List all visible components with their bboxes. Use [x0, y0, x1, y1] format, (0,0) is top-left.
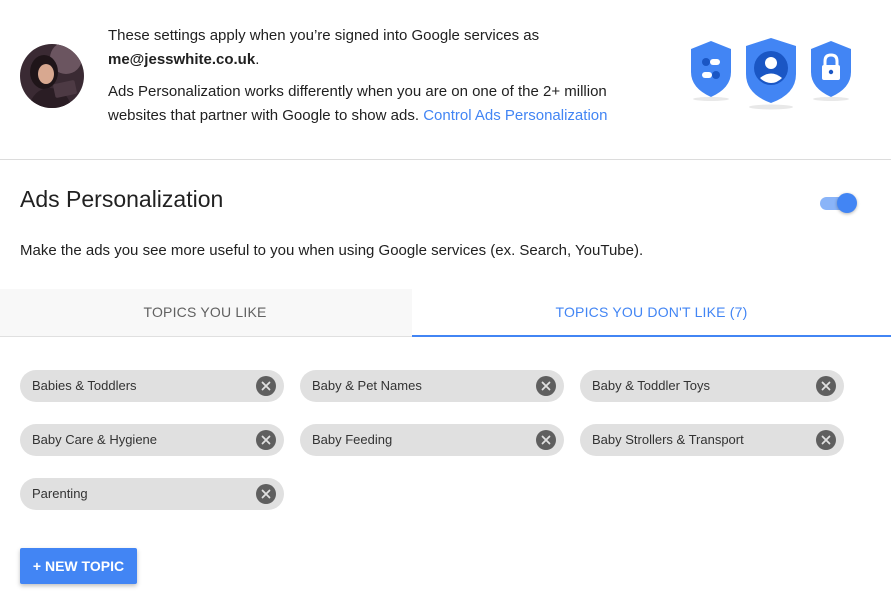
topic-chip: Babies & Toddlers [20, 370, 284, 402]
new-topic-button[interactable]: + NEW TOPIC [20, 548, 137, 584]
account-info: These settings apply when you’re signed … [108, 24, 648, 136]
topic-label: Parenting [32, 486, 88, 501]
topic-label: Babies & Toddlers [32, 378, 137, 393]
email-suffix: . [255, 51, 260, 68]
topic-chip: Baby Strollers & Transport [580, 424, 844, 456]
topic-tabs: TOPICS YOU LIKE TOPICS YOU DON'T LIKE (7… [0, 289, 891, 337]
remove-topic-icon[interactable] [536, 430, 556, 450]
section-title: Ads Personalization [20, 186, 224, 212]
remove-topic-icon[interactable] [256, 376, 276, 396]
ads-personalization-toggle[interactable] [820, 192, 860, 214]
topic-label: Baby Feeding [312, 432, 393, 447]
lock-shield-icon [811, 41, 851, 101]
topic-chip: Baby Feeding [300, 424, 564, 456]
account-shield-icon [746, 38, 796, 110]
remove-topic-icon[interactable] [536, 376, 556, 396]
avatar [20, 44, 84, 108]
remove-topic-icon[interactable] [816, 376, 836, 396]
topic-chip: Baby & Pet Names [300, 370, 564, 402]
section-description: Make the ads you see more useful to you … [20, 242, 644, 259]
remove-topic-icon[interactable] [256, 484, 276, 504]
control-ads-link[interactable]: Control Ads Personalization [423, 107, 607, 124]
settings-header: These settings apply when you’re signed … [0, 0, 891, 160]
topic-label: Baby Care & Hygiene [32, 432, 158, 447]
topic-label: Baby & Pet Names [312, 378, 422, 393]
shield-illustration [686, 36, 856, 116]
topic-chip: Parenting [20, 478, 284, 510]
topic-label: Baby & Toddler Toys [592, 378, 711, 393]
tab-topics-you-dont-like[interactable]: TOPICS YOU DON'T LIKE (7) [412, 289, 891, 337]
topic-label: Baby Strollers & Transport [592, 432, 744, 447]
remove-topic-icon[interactable] [256, 430, 276, 450]
partner-info-text: Ads Personalization works differently wh… [108, 80, 648, 128]
account-email: me@jesswhite.co.uk [108, 51, 256, 68]
settings-shield-icon [691, 41, 731, 101]
account-info-text: These settings apply when you’re signed … [108, 24, 648, 72]
tab-topics-you-like[interactable]: TOPICS YOU LIKE [0, 289, 410, 337]
toggle-knob [837, 193, 857, 213]
topic-chip: Baby & Toddler Toys [580, 370, 844, 402]
remove-topic-icon[interactable] [816, 430, 836, 450]
signed-in-text: These settings apply when you’re signed … [108, 27, 540, 44]
topic-chip: Baby Care & Hygiene [20, 424, 284, 456]
